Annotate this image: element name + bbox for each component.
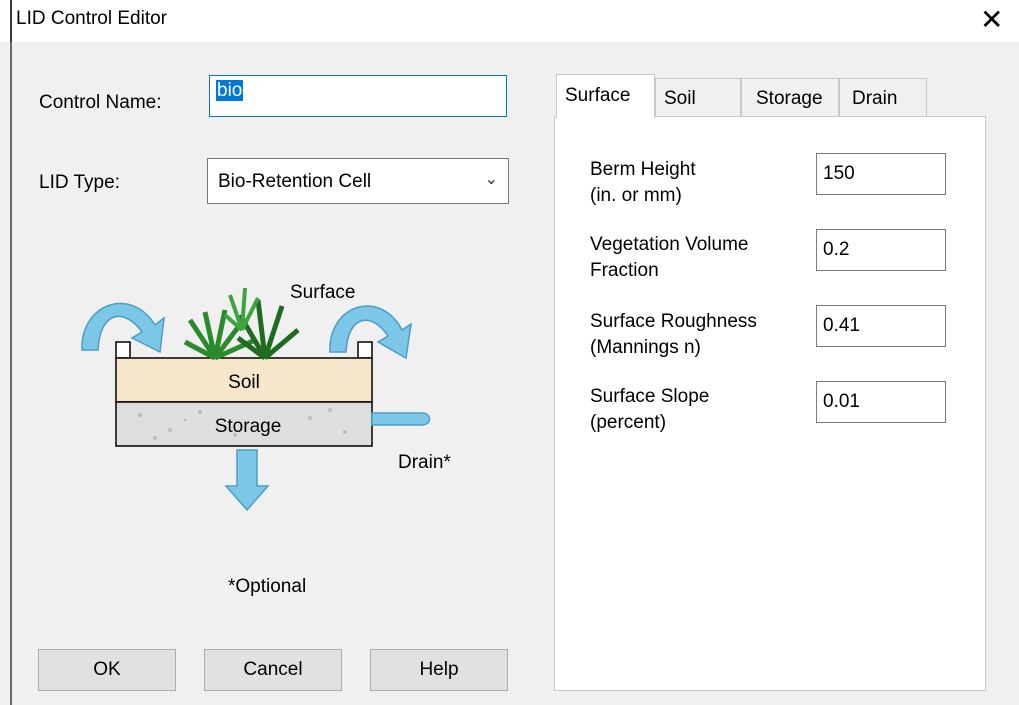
surface-roughness-label: Surface Roughness (Mannings n) — [590, 309, 757, 361]
vegetation-icon — [183, 287, 300, 361]
surface-roughness-input[interactable]: 0.41 — [816, 305, 946, 347]
diagram-label-drain: Drain* — [398, 452, 451, 473]
tab-soil[interactable]: Soil — [655, 78, 741, 118]
drain-pipe-icon — [371, 412, 431, 426]
vegetation-volume-input[interactable]: 0.2 — [816, 229, 946, 271]
surface-roughness-label-line2: (Mannings n) — [590, 337, 701, 358]
control-name-input[interactable]: bio — [209, 75, 507, 117]
window-edge — [10, 0, 12, 42]
control-name-value: bio — [216, 80, 244, 101]
diagram-label-storage: Storage — [215, 416, 282, 437]
help-button[interactable]: Help — [370, 649, 508, 691]
title-bar: LID Control Editor ✕ — [0, 0, 1019, 42]
tab-storage[interactable]: Storage — [741, 78, 839, 118]
cancel-button[interactable]: Cancel — [204, 649, 342, 691]
vegetation-volume-label: Vegetation Volume Fraction — [590, 232, 748, 284]
lid-type-value: Bio-Retention Cell — [218, 171, 372, 192]
surface-slope-label: Surface Slope (percent) — [590, 384, 709, 436]
tab-surface[interactable]: Surface — [556, 74, 655, 118]
vegetation-volume-label-line1: Vegetation Volume — [590, 234, 749, 255]
surface-roughness-label-line1: Surface Roughness — [590, 311, 757, 332]
lid-type-select[interactable]: Bio-Retention Cell ⌄ — [207, 158, 509, 204]
berm-height-input[interactable]: 150 — [816, 153, 946, 195]
lid-diagram: Surface Soil Storage Drain* *Optional — [81, 282, 451, 512]
chevron-down-icon: ⌄ — [484, 171, 498, 188]
berm-height-label-line2: (in. or mm) — [590, 185, 682, 206]
window-left-border — [10, 42, 12, 705]
ok-button[interactable]: OK — [38, 649, 176, 691]
tab-drain[interactable]: Drain — [839, 78, 927, 118]
control-name-label: Control Name: — [39, 92, 162, 113]
diagram-label-soil: Soil — [228, 372, 260, 393]
surface-slope-input[interactable]: 0.01 — [816, 381, 946, 423]
lid-type-label: LID Type: — [39, 172, 120, 193]
berm-height-label: Berm Height (in. or mm) — [590, 157, 696, 209]
vegetation-volume-label-line2: Fraction — [590, 260, 659, 281]
optional-note: *Optional — [228, 576, 307, 597]
window-title: LID Control Editor — [16, 8, 168, 29]
diagram-label-surface: Surface — [290, 282, 355, 303]
close-icon[interactable]: ✕ — [980, 2, 1003, 38]
berm-height-label-line1: Berm Height — [590, 159, 696, 180]
right-berm — [357, 341, 373, 359]
surface-slope-label-line2: (percent) — [590, 412, 667, 433]
infiltration-arrow-icon — [224, 449, 270, 512]
surface-slope-label-line1: Surface Slope — [590, 386, 710, 407]
left-berm — [115, 341, 131, 359]
